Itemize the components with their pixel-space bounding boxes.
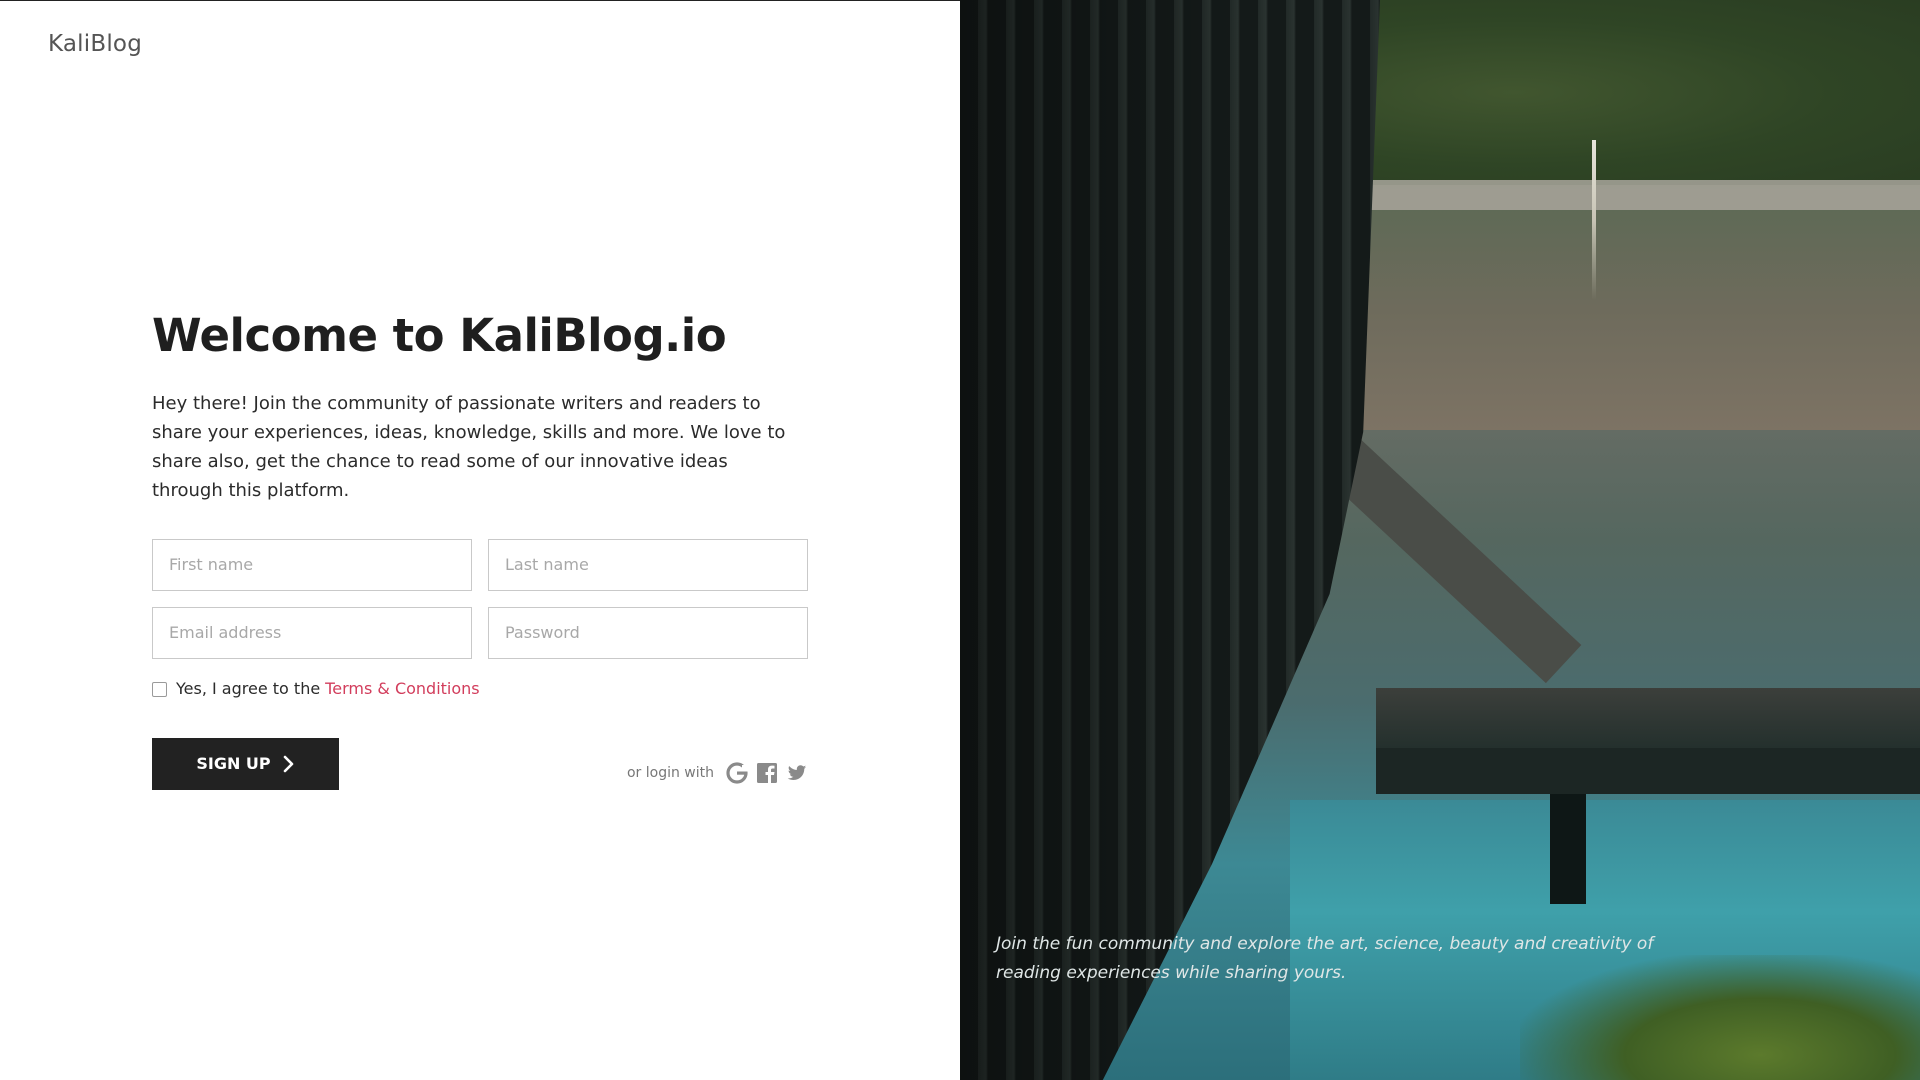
password-input[interactable] — [488, 606, 808, 659]
first-name-input[interactable] — [152, 538, 472, 591]
signup-content: Welcome to KaliBlog.io Hey there! Join t… — [152, 311, 808, 790]
image-caption: Join the fun community and explore the a… — [996, 934, 1654, 983]
intro-text: Hey there! Join the community of passion… — [152, 392, 786, 501]
twitter-icon[interactable] — [786, 762, 808, 784]
name-row — [152, 538, 808, 591]
signup-button[interactable]: SIGN UP — [152, 737, 339, 790]
credentials-row — [152, 606, 808, 659]
terms-agreement: Yes, I agree to the Terms & Conditions — [152, 679, 808, 698]
form-actions: SIGN UP or login with — [152, 737, 808, 790]
social-login: or login with — [626, 761, 808, 784]
email-input[interactable] — [152, 606, 472, 659]
water-reflection — [1340, 210, 1920, 430]
dock-post — [1550, 794, 1586, 904]
background-trees — [1340, 0, 1920, 185]
facebook-icon[interactable] — [756, 762, 778, 784]
social-login-label: or login with — [626, 764, 714, 781]
signup-panel: KaliBlog Welcome to KaliBlog.io Hey ther… — [0, 0, 960, 1080]
terms-link[interactable]: Terms & Conditions — [325, 679, 479, 698]
signup-button-label: SIGN UP — [196, 754, 271, 773]
google-icon[interactable] — [726, 761, 748, 784]
chevron-right-icon — [283, 755, 293, 772]
terms-checkbox[interactable] — [152, 682, 167, 697]
lamp-post-reflection — [1592, 140, 1596, 300]
hero-image-panel: Join the fun community and explore the a… — [960, 0, 1920, 1080]
far-shore — [1340, 180, 1920, 212]
dock-edge — [1376, 748, 1920, 794]
last-name-input[interactable] — [488, 538, 808, 591]
wooden-dock — [1376, 688, 1920, 748]
page-title: Welcome to KaliBlog.io — [152, 309, 727, 362]
brand-logo[interactable]: KaliBlog — [48, 31, 142, 57]
agree-text: Yes, I agree to the — [176, 678, 321, 698]
